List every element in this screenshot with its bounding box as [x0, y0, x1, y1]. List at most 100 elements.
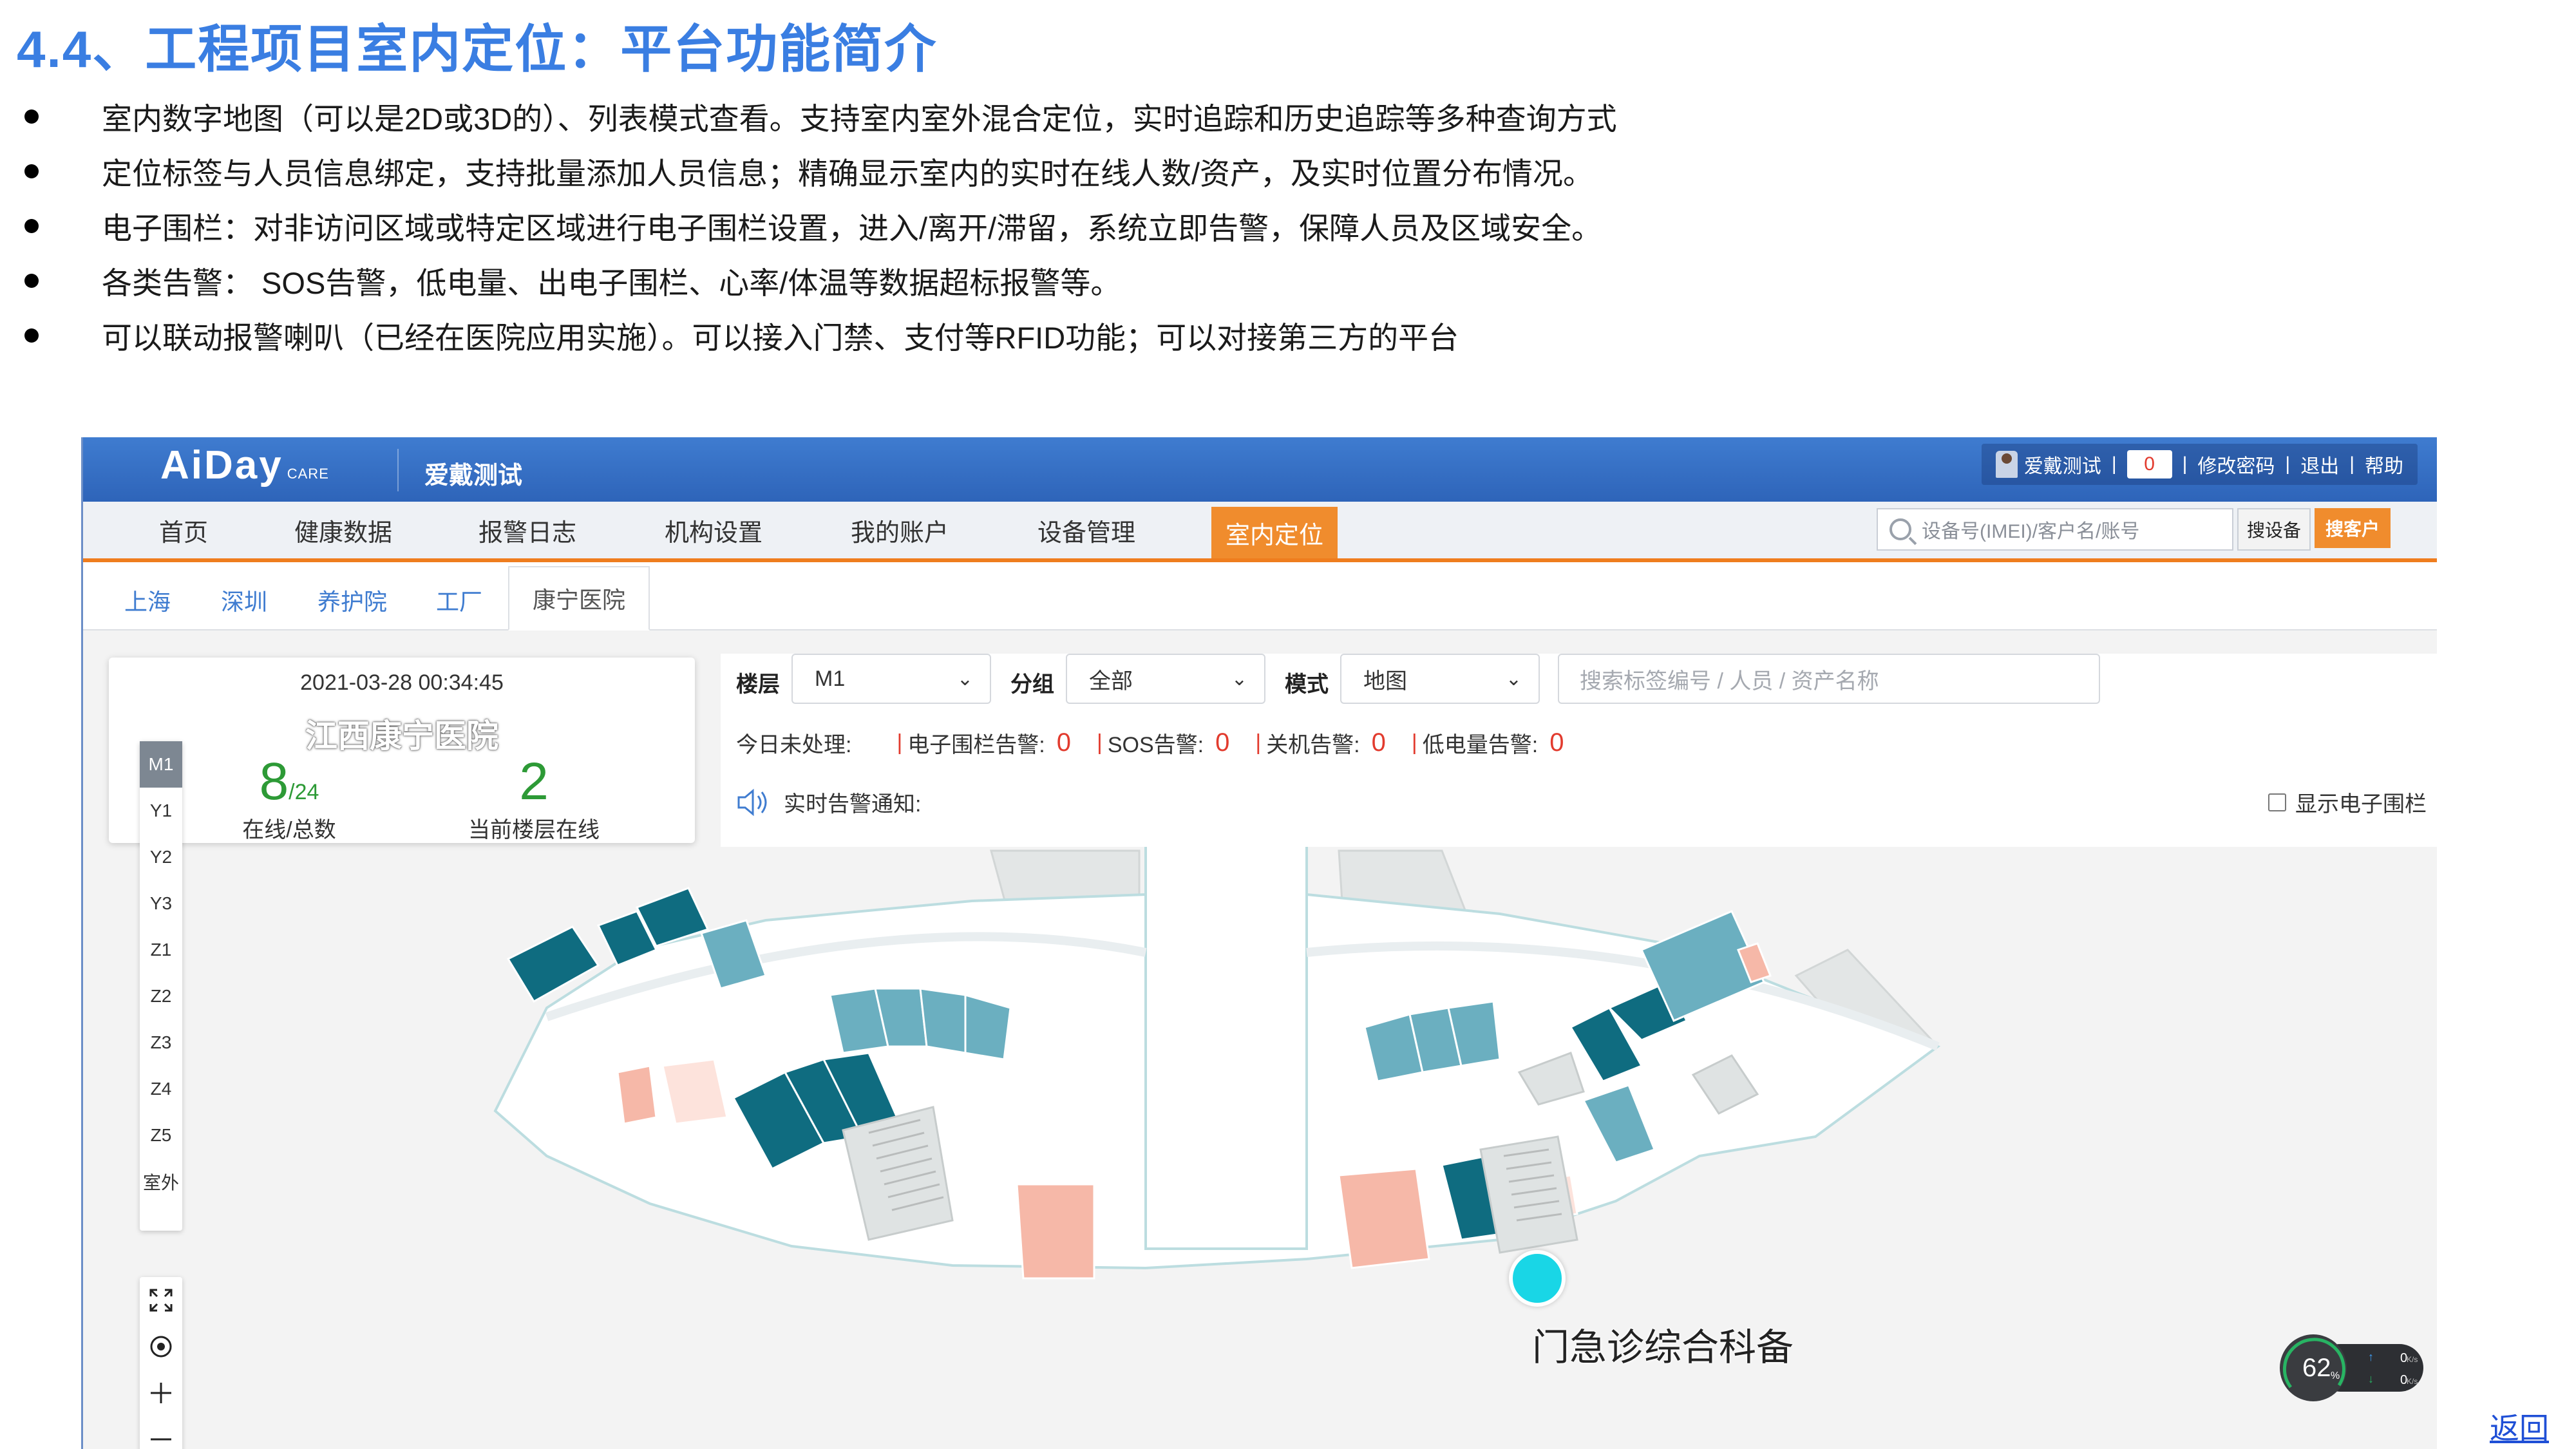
logout-link[interactable]: 退出 — [2300, 450, 2339, 478]
network-percent: 62 — [2302, 1354, 2331, 1382]
show-fence-label: 显示电子围栏 — [2295, 792, 2427, 817]
bullet-item: 可以联动报警喇叭（已经在医院应用实施）。可以接入门禁、支付等RFID功能；可以对… — [19, 308, 2080, 363]
fence-alarm-count[interactable]: 0 — [1057, 728, 1071, 757]
nav-health-data[interactable]: 健康数据 — [294, 502, 392, 558]
floor-z4[interactable]: Z4 — [140, 1066, 182, 1112]
app-logo[interactable]: AiDay CARE — [160, 442, 329, 488]
tab-nursing-home[interactable]: 养护院 — [317, 571, 387, 629]
device-search-input[interactable]: 设备号(IMEI)/客户名/账号 — [1877, 508, 2233, 551]
floor-z5[interactable]: Z5 — [140, 1112, 182, 1159]
unhandled-alarm-summary: 今日未处理: | 电子围栏告警: 0 | SOS告警: 0 | 关机告警: 0 | 低电量告警… — [736, 728, 1564, 757]
zoom-in-icon[interactable] — [140, 1370, 182, 1416]
bullet-text: 可以联动报警喇叭（已经在医院应用实施）。可以接入门禁、支付等RFID功能；可以对… — [102, 321, 1459, 355]
bullet-item: 室内数字地图（可以是2D或3D的）、列表模式查看。支持室内室外混合定位，实时追踪… — [19, 89, 2080, 144]
total-count: /24 — [289, 780, 319, 804]
tab-kangning-hospital[interactable]: 康宁医院 — [508, 566, 650, 630]
floor-select[interactable]: M1 ⌄ — [791, 654, 991, 704]
online-count: 8 — [259, 752, 289, 811]
floor-plan-map[interactable] — [83, 824, 2437, 1449]
bullet-dot-icon — [24, 273, 39, 288]
sos-alarm-count[interactable]: 0 — [1215, 728, 1229, 757]
floor-online-label: 当前楼层在线 — [468, 818, 600, 842]
nav-org-settings[interactable]: 机构设置 — [665, 502, 762, 558]
search-device-button[interactable]: 搜设备 — [2237, 508, 2311, 551]
floor-online-stat: 2 当前楼层在线 — [437, 752, 630, 844]
online-total-label: 在线/总数 — [242, 818, 336, 842]
located-person-marker[interactable] — [1509, 1250, 1566, 1307]
floor-y3[interactable]: Y3 — [140, 880, 182, 927]
floor-m1[interactable]: M1 — [140, 741, 182, 788]
locate-icon[interactable] — [140, 1323, 182, 1370]
back-link[interactable]: 返回 — [2490, 1405, 2549, 1448]
floor-online-count: 2 — [519, 752, 549, 811]
fullscreen-icon[interactable] — [140, 1277, 182, 1323]
low-battery-alarm-count[interactable]: 0 — [1549, 728, 1564, 757]
tab-shenzhen[interactable]: 深圳 — [221, 571, 267, 629]
svg-text:↑: ↑ — [2368, 1350, 2374, 1363]
floor-z1[interactable]: Z1 — [140, 927, 182, 973]
group-select[interactable]: 全部 ⌄ — [1066, 654, 1265, 704]
sos-alarm-label: SOS告警: — [1107, 733, 1204, 757]
app-screenshot: AiDay CARE 爱戴测试 爱戴测试 | 0 | 修改密码 | 退出 | 帮助… — [81, 437, 2437, 1449]
fence-alarm-label: 电子围栏告警: — [907, 733, 1045, 757]
floor-switcher: M1 Y1 Y2 Y3 Z1 Z2 Z3 Z4 Z5 室外 — [140, 741, 182, 1231]
site-tabs: 上海 深圳 养护院 工厂 康宁医院 — [83, 562, 2437, 630]
svg-text:↓: ↓ — [2368, 1372, 2374, 1385]
user-avatar-icon — [1995, 451, 2018, 478]
bullet-text: 室内数字地图（可以是2D或3D的）、列表模式查看。支持室内室外混合定位，实时追踪… — [102, 102, 1617, 136]
realtime-alarm-label: 实时告警通知: — [784, 792, 922, 817]
chevron-down-icon: ⌄ — [1231, 668, 1247, 690]
nav-device-management[interactable]: 设备管理 — [1037, 502, 1135, 558]
nav-home[interactable]: 首页 — [159, 502, 208, 558]
tag-search-input[interactable]: 搜索标签编号 / 人员 / 资产名称 — [1558, 654, 2100, 704]
svg-text:%: % — [2331, 1370, 2340, 1381]
mode-select[interactable]: 地图 ⌄ — [1340, 654, 1540, 704]
map-zone-label: 门急诊综合科备 — [1532, 1327, 1794, 1368]
current-time: 2021-03-28 00:34:45 — [300, 670, 504, 695]
bullet-text: 各类告警： SOS告警，低电量、出电子围栏、心率/体温等数据超标报警等。 — [102, 266, 1121, 300]
floor-z2[interactable]: Z2 — [140, 973, 182, 1019]
floor-y2[interactable]: Y2 — [140, 834, 182, 880]
app-header: AiDay CARE 爱戴测试 爱戴测试 | 0 | 修改密码 | 退出 | 帮助 — [83, 437, 2437, 502]
bullet-dot-icon — [24, 218, 39, 233]
floor-y1[interactable]: Y1 — [140, 788, 182, 834]
nav-indoor-positioning[interactable]: 室内定位 — [1211, 507, 1338, 558]
nav-alarm-log[interactable]: 报警日志 — [478, 502, 576, 558]
filter-panel: 楼层 M1 ⌄ 分组 全部 ⌄ 模式 地图 ⌄ 搜索标签编号 / 人员 / 资产名称 … — [721, 654, 2437, 847]
chevron-down-icon: ⌄ — [956, 668, 973, 690]
speaker-icon[interactable] — [736, 788, 770, 817]
user-menu: 爱戴测试 | 0 | 修改密码 | 退出 | 帮助 — [1981, 444, 2418, 485]
map-workspace: 门急诊综合科备 楼层 M1 ⌄ 分组 全部 ⌄ 模式 地图 ⌄ 搜索标签编号 / 人员… — [83, 630, 2437, 1449]
bullet-item: 电子围栏：对非访问区域或特定区域进行电子围栏设置，进入/离开/滞留，系统立即告警… — [19, 198, 2080, 253]
bullet-item: 定位标签与人员信息绑定，支持批量添加人员信息；精确显示室内的实时在线人数/资产，… — [19, 144, 2080, 198]
brand-divider — [397, 449, 399, 491]
floor-outdoor[interactable]: 室外 — [140, 1159, 182, 1205]
user-name[interactable]: 爱戴测试 — [2024, 450, 2101, 478]
chevron-down-icon: ⌄ — [1505, 668, 1522, 690]
search-customer-button[interactable]: 搜客户 — [2315, 508, 2391, 548]
floor-z3[interactable]: Z3 — [140, 1019, 182, 1066]
svg-text:K/s: K/s — [2407, 1355, 2418, 1364]
network-speed-widget[interactable]: 62 % ↑ ↓ 0 K/s 0 K/s — [2278, 1332, 2426, 1403]
search-icon — [1889, 518, 1911, 540]
low-battery-alarm-label: 低电量告警: — [1422, 733, 1539, 757]
shutdown-alarm-count[interactable]: 0 — [1372, 728, 1386, 757]
bullet-item: 各类告警： SOS告警，低电量、出电子围栏、心率/体温等数据超标报警等。 — [19, 253, 2080, 308]
brand-name: 爱戴测试 — [424, 462, 523, 489]
realtime-alarm-row: 实时告警通知: — [736, 786, 921, 818]
slide-title: 4.4、工程项目室内定位：平台功能简介 — [17, 21, 938, 78]
tab-shanghai[interactable]: 上海 — [124, 571, 171, 629]
today-unhandled-label: 今日未处理: — [736, 733, 852, 757]
bullet-dot-icon — [24, 109, 39, 124]
change-password-link[interactable]: 修改密码 — [2197, 450, 2275, 478]
nav-my-account[interactable]: 我的账户 — [851, 502, 949, 558]
zoom-out-icon[interactable] — [140, 1416, 182, 1449]
tab-factory[interactable]: 工厂 — [436, 571, 482, 629]
online-total-stat: 8/24 在线/总数 — [218, 752, 360, 844]
help-link[interactable]: 帮助 — [2365, 450, 2403, 478]
message-count-badge[interactable]: 0 — [2126, 450, 2172, 478]
mode-filter-label: 模式 — [1285, 672, 1329, 697]
hospital-name: 江西康宁医院 — [305, 718, 498, 754]
show-fence-toggle[interactable]: 显示电子围栏 — [2268, 786, 2427, 818]
show-fence-checkbox[interactable] — [2268, 793, 2286, 811]
